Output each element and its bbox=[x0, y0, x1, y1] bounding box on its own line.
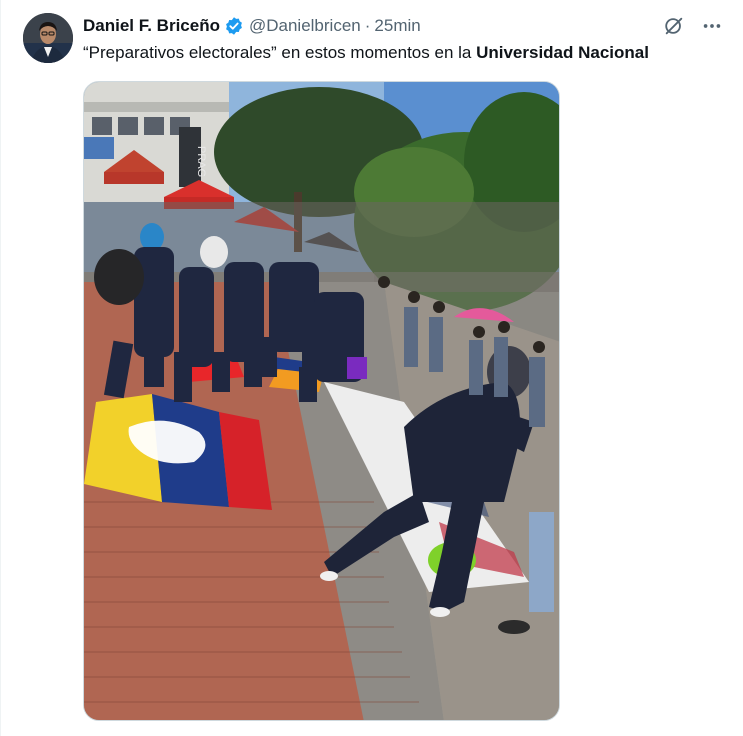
author-handle[interactable]: @Danielbricen bbox=[249, 14, 361, 38]
tweet-header: Daniel F. Briceño @Danielbricen · 25min bbox=[83, 14, 723, 38]
tweet-card[interactable]: Daniel F. Briceño @Danielbricen · 25min bbox=[0, 0, 743, 736]
avatar[interactable] bbox=[23, 13, 73, 63]
tweet-photo[interactable]: PRAG bbox=[83, 81, 560, 721]
wall-text: PRAG bbox=[195, 146, 207, 177]
tweet-text: “Preparativos electorales” en estos mome… bbox=[83, 41, 733, 65]
more-icon[interactable] bbox=[701, 15, 723, 37]
photo-scene: PRAG bbox=[84, 82, 559, 720]
verified-badge-icon bbox=[224, 16, 244, 36]
tweet-text-body: “Preparativos electorales” en estos mome… bbox=[83, 43, 477, 62]
author-name[interactable]: Daniel F. Briceño bbox=[83, 14, 220, 38]
avatar-image bbox=[23, 13, 73, 63]
separator-dot: · bbox=[364, 16, 371, 35]
tweet-text-bold: Universidad Nacional bbox=[476, 43, 649, 62]
grok-icon[interactable] bbox=[663, 15, 685, 37]
timestamp[interactable]: 25min bbox=[374, 14, 420, 38]
header-actions bbox=[663, 14, 723, 38]
